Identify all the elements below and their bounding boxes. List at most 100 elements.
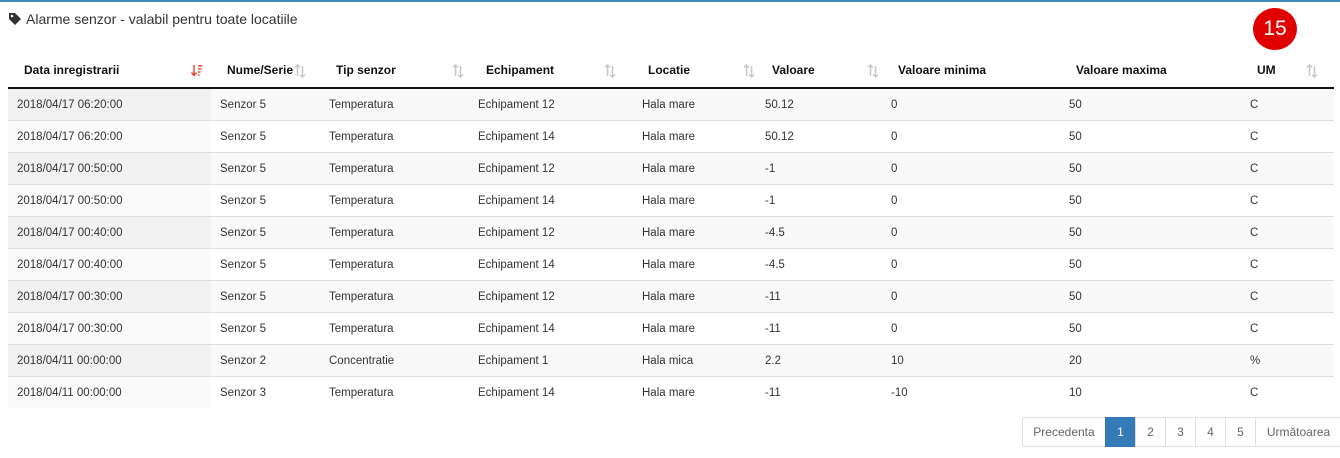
cell-text: 50.12 bbox=[765, 98, 794, 111]
table-cell: Hala mare bbox=[632, 184, 755, 217]
page-button-2[interactable]: 2 bbox=[1135, 417, 1166, 447]
table-cell: -4.5 bbox=[755, 248, 881, 281]
table-cell: Hala mare bbox=[632, 88, 755, 121]
sort-descending-icon[interactable] bbox=[190, 64, 203, 78]
cell-text: C bbox=[1250, 130, 1259, 143]
cell-text: Temperatura bbox=[329, 258, 394, 271]
sort-both-icon[interactable] bbox=[604, 63, 616, 79]
column-header-label: UM bbox=[1257, 63, 1276, 77]
table-cell: 50 bbox=[1059, 312, 1240, 345]
table-cell: Temperatura bbox=[319, 312, 468, 345]
sort-both-icon[interactable] bbox=[1306, 63, 1318, 79]
table-cell: 0 bbox=[881, 248, 1059, 281]
sort-both-icon[interactable] bbox=[452, 63, 464, 79]
cell-text: Hala mare bbox=[642, 226, 696, 239]
panel-top-border bbox=[0, 0, 1340, 2]
table-cell: Hala mare bbox=[632, 152, 755, 185]
table-cell: 2018/04/17 00:40:00 bbox=[8, 248, 211, 281]
table-cell: Temperatura bbox=[319, 216, 468, 249]
column-header-locatie[interactable]: Locatie bbox=[632, 55, 755, 89]
table-cell: 2018/04/17 00:30:00 bbox=[8, 312, 211, 345]
cell-text: Hala mare bbox=[642, 290, 696, 303]
column-header-data-inregistrarii[interactable]: Data inregistrarii bbox=[8, 55, 211, 89]
table-cell: 50 bbox=[1059, 216, 1240, 249]
table-cell: 0 bbox=[881, 312, 1059, 345]
sort-both-icon[interactable] bbox=[294, 63, 306, 79]
cell-text: Temperatura bbox=[329, 162, 394, 175]
cell-text: C bbox=[1250, 194, 1259, 207]
table-cell: Senzor 5 bbox=[211, 280, 319, 313]
column-header-label: Valoare minima bbox=[898, 63, 987, 77]
table-cell: 2018/04/17 00:30:00 bbox=[8, 280, 211, 313]
table-cell: Senzor 5 bbox=[211, 152, 319, 185]
cell-text: Senzor 5 bbox=[220, 162, 267, 175]
column-header-nume-serie[interactable]: Nume/Serie bbox=[211, 55, 319, 89]
next-page-button[interactable]: Următoarea bbox=[1255, 417, 1340, 447]
cell-text: Echipament 12 bbox=[478, 98, 555, 111]
table-cell: Hala mica bbox=[632, 344, 755, 377]
table-row: 2018/04/17 06:20:00 Senzor 5 Temperatura Ec… bbox=[8, 120, 1334, 153]
sort-both-icon[interactable] bbox=[867, 63, 879, 79]
table-cell: 2018/04/17 06:20:00 bbox=[8, 88, 211, 121]
cell-text: Echipament 12 bbox=[478, 226, 555, 239]
table-cell: 50.12 bbox=[755, 88, 881, 121]
table-cell: 10 bbox=[1059, 377, 1240, 409]
page-button-3[interactable]: 3 bbox=[1165, 417, 1196, 447]
table-cell: 2018/04/17 00:50:00 bbox=[8, 152, 211, 185]
column-header-valoare-minima: Valoare minima bbox=[881, 55, 1059, 89]
table-cell: 10 bbox=[881, 344, 1059, 377]
cell-text: 50.12 bbox=[765, 130, 794, 143]
cell-text: Senzor 2 bbox=[220, 354, 267, 367]
table-cell: Echipament 14 bbox=[468, 312, 632, 345]
column-header-echipament[interactable]: Echipament bbox=[468, 55, 632, 89]
table-cell: 2018/04/17 00:40:00 bbox=[8, 216, 211, 249]
cell-text: Hala mare bbox=[642, 98, 696, 111]
panel-title-text: Alarme senzor - valabil pentru toate loc… bbox=[26, 11, 298, 27]
cell-text: C bbox=[1250, 386, 1259, 399]
cell-text: 10 bbox=[1069, 386, 1082, 399]
table-cell: Senzor 3 bbox=[211, 377, 319, 409]
table-cell: -1 bbox=[755, 184, 881, 217]
table-cell: -11 bbox=[755, 312, 881, 345]
table-cell: 2018/04/17 06:20:00 bbox=[8, 120, 211, 153]
column-header-um[interactable]: UM bbox=[1240, 55, 1334, 89]
prev-page-button[interactable]: Precedenta bbox=[1022, 417, 1106, 447]
page-button-5[interactable]: 5 bbox=[1225, 417, 1256, 447]
table-cell: C bbox=[1240, 312, 1334, 345]
table-cell: -11 bbox=[755, 377, 881, 409]
sort-both-icon[interactable] bbox=[743, 63, 755, 79]
table-cell: 2.2 bbox=[755, 344, 881, 377]
table-row: 2018/04/17 00:30:00 Senzor 5 Temperatura Ec… bbox=[8, 312, 1334, 345]
cell-text: Concentratie bbox=[329, 354, 395, 367]
cell-text: 0 bbox=[891, 98, 898, 111]
table-row: 2018/04/11 00:00:00 Senzor 3 Temperatura Ec… bbox=[8, 376, 1334, 409]
cell-text: Echipament 14 bbox=[478, 322, 555, 335]
column-header-valoare[interactable]: Valoare bbox=[755, 55, 881, 89]
table-cell: % bbox=[1240, 344, 1334, 377]
column-header-tip-senzor[interactable]: Tip senzor bbox=[319, 55, 468, 89]
table-cell: Temperatura bbox=[319, 120, 468, 153]
cell-text: 50 bbox=[1069, 322, 1082, 335]
cell-text: Senzor 5 bbox=[220, 194, 267, 207]
table-cell: Senzor 5 bbox=[211, 184, 319, 217]
cell-text: -11 bbox=[765, 386, 781, 399]
table-cell: C bbox=[1240, 152, 1334, 185]
column-header-valoare-maxima: Valoare maxima bbox=[1059, 55, 1240, 89]
cell-text: Echipament 12 bbox=[478, 162, 555, 175]
table-cell: Temperatura bbox=[319, 377, 468, 409]
cell-text: 2018/04/17 00:30:00 bbox=[17, 322, 123, 335]
table-cell: C bbox=[1240, 120, 1334, 153]
column-header-label: Valoare maxima bbox=[1076, 63, 1167, 77]
page-button-4[interactable]: 4 bbox=[1195, 417, 1226, 447]
cell-text: 2018/04/17 00:50:00 bbox=[17, 162, 123, 175]
table-cell: 50 bbox=[1059, 120, 1240, 153]
cell-text: 2018/04/17 00:30:00 bbox=[17, 290, 123, 303]
page-button-1[interactable]: 1 bbox=[1105, 417, 1136, 447]
table-cell: Echipament 12 bbox=[468, 216, 632, 249]
cell-text: -1 bbox=[765, 162, 776, 175]
table-cell: 0 bbox=[881, 184, 1059, 217]
table-cell: 50 bbox=[1059, 184, 1240, 217]
table-cell: C bbox=[1240, 248, 1334, 281]
cell-text: 0 bbox=[891, 226, 898, 239]
table-cell: Concentratie bbox=[319, 344, 468, 377]
